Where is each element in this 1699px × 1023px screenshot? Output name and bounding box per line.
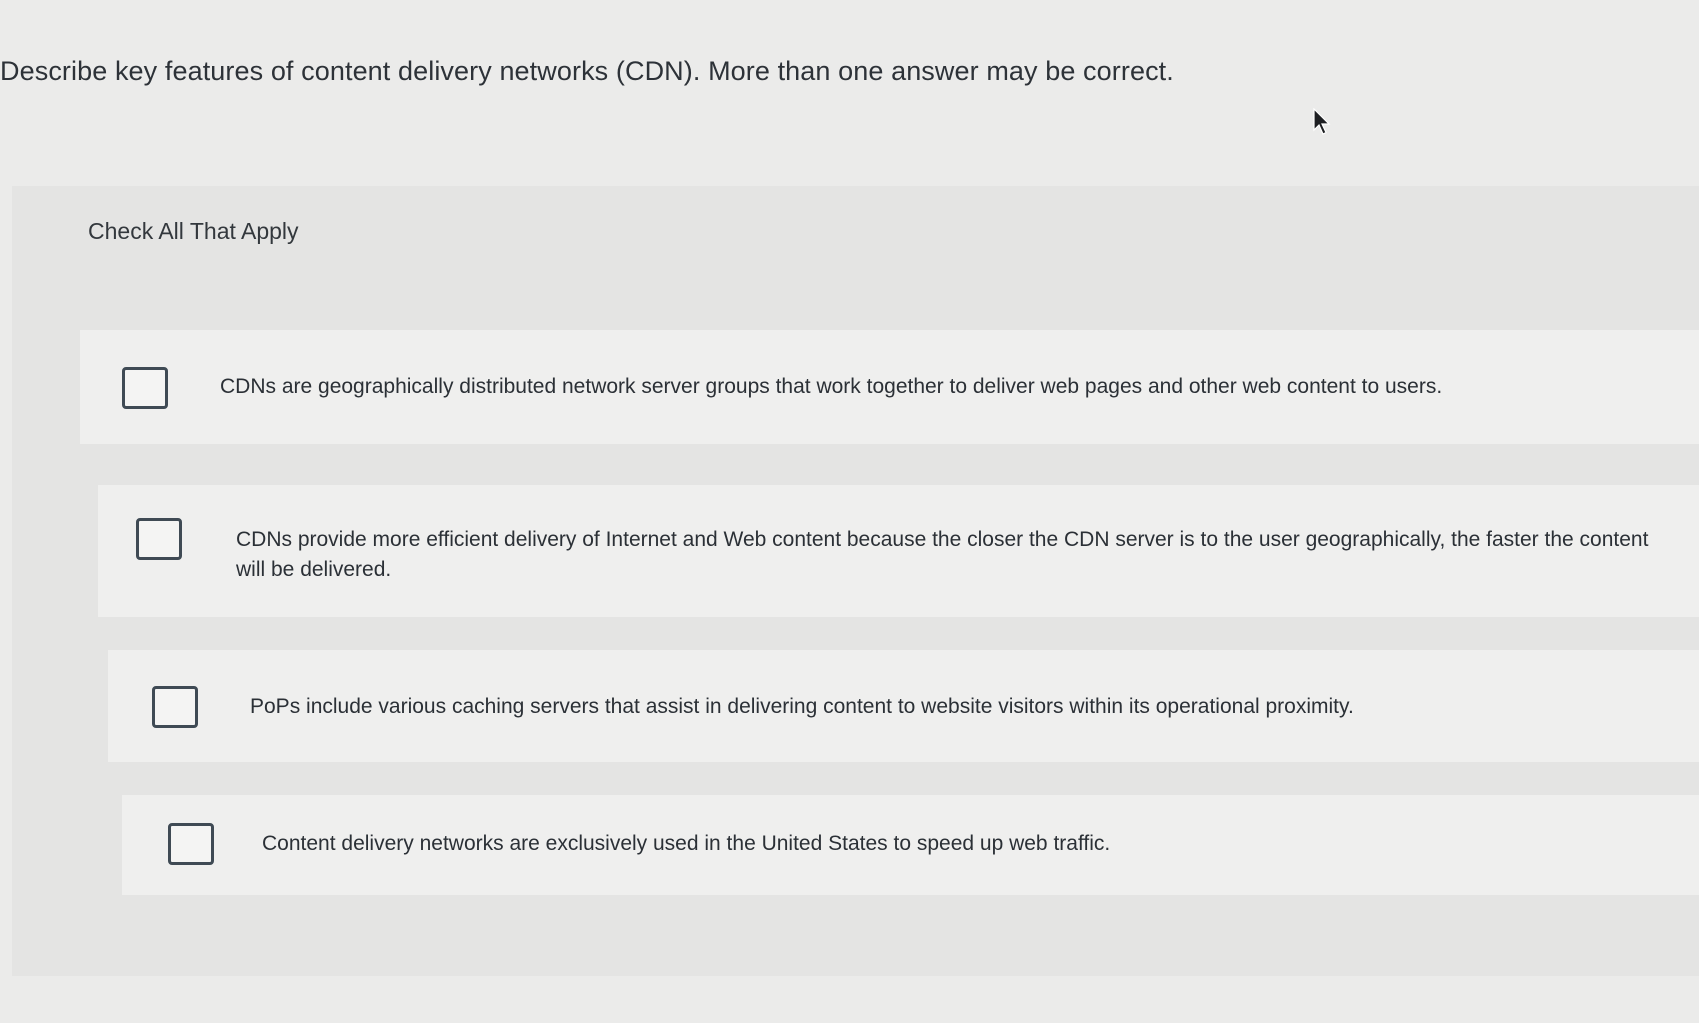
answer-option[interactable]: CDNs provide more efficient delivery of … [98,485,1699,617]
answer-checkbox[interactable] [122,367,168,409]
answer-option[interactable]: PoPs include various caching servers tha… [108,650,1699,762]
mouse-pointer-icon [1313,108,1331,135]
answer-option-label[interactable]: Content delivery networks are exclusivel… [262,829,1642,859]
answer-option-label[interactable]: CDNs provide more efficient delivery of … [236,525,1676,585]
question-text: Describe key features of content deliver… [0,56,1174,86]
answer-option[interactable]: CDNs are geographically distributed netw… [80,330,1699,444]
answer-checkbox[interactable] [168,823,214,865]
answer-option[interactable]: Content delivery networks are exclusivel… [122,795,1699,895]
answer-option-label[interactable]: CDNs are geographically distributed netw… [220,372,1660,402]
answer-option-label[interactable]: PoPs include various caching servers tha… [250,692,1650,722]
answer-checkbox[interactable] [136,518,182,560]
answer-checkbox[interactable] [152,686,198,728]
instruction-label: Check All That Apply [88,218,299,244]
